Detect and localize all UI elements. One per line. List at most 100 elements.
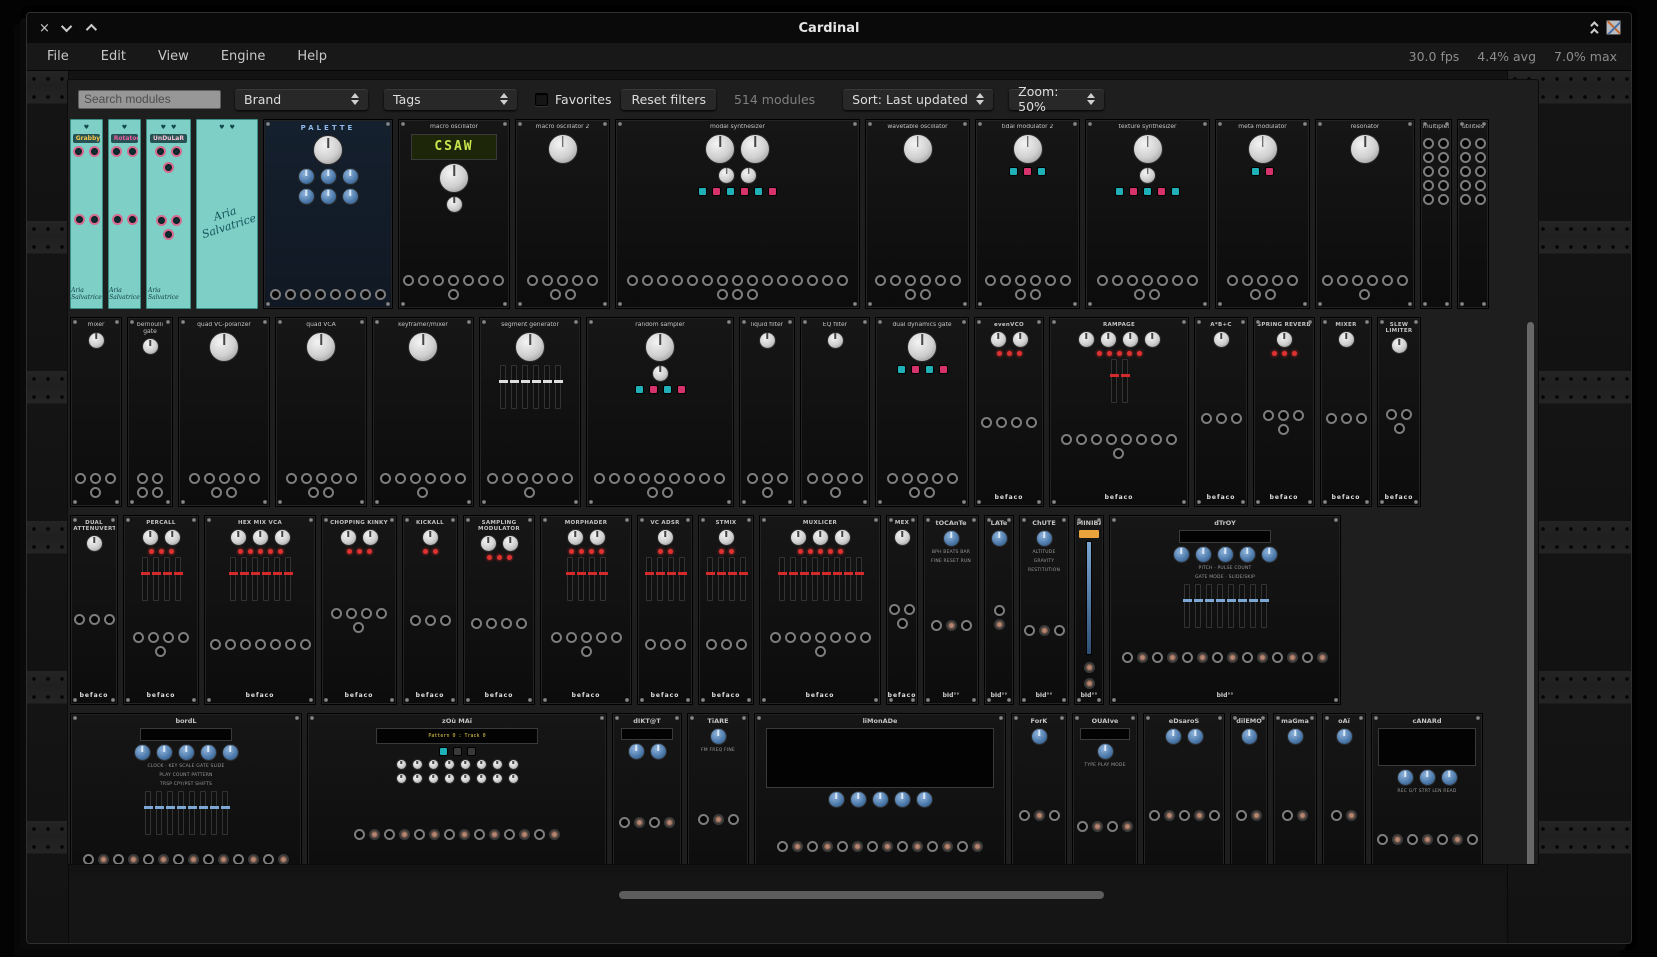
knob [907, 332, 937, 362]
module-card-slew-limiter[interactable]: SLEW LIMITERbefaco [1377, 317, 1421, 507]
module-name-label: KICKALL [416, 520, 444, 526]
menu-view[interactable]: View [146, 45, 201, 68]
bidoo-logo: bId°° [1081, 692, 1098, 701]
module-card-percall[interactable]: PERCALLbefaco [123, 515, 199, 705]
module-card-quad-vc-polarizer[interactable]: quad VC-polarizer [178, 317, 270, 507]
chevron-up-icon[interactable] [86, 21, 94, 36]
slider [790, 557, 796, 601]
module-card-rampage[interactable]: RAMPAGEbefaco [1049, 317, 1189, 507]
module-card-limonade[interactable]: liMonADebId°° [754, 713, 1006, 864]
module-card-dilemo[interactable]: dilEMObId°° [1230, 713, 1268, 864]
module-card-dtroy[interactable]: dTrOYPITCH · PULSE COUNTGATE MODE · SLID… [1109, 515, 1341, 705]
screw-icon [503, 122, 507, 126]
port-grid [980, 275, 1075, 300]
module-card-fork[interactable]: ForKbId°° [1011, 713, 1067, 864]
port-jack [660, 639, 671, 650]
menu-edit[interactable]: Edit [89, 45, 138, 68]
brand-dropdown[interactable]: Brand [235, 89, 368, 110]
module-card-spring-reverb[interactable]: SPRING REVERBbefaco [1253, 317, 1315, 507]
button-chip [1115, 187, 1124, 196]
module-card-modal-synthesizer[interactable]: modal synthesizer [615, 119, 860, 309]
port-grid [74, 214, 100, 225]
module-card-hex-mix-vca[interactable]: HEX MIX VCAbefaco [204, 515, 316, 705]
befaco-logo: befaco [1270, 494, 1299, 503]
module-card-sampling-modulator[interactable]: SAMPLING MODULATORbefaco [463, 515, 535, 705]
module-card-blank[interactable]: ♥♥Aria Salvatrice [196, 119, 258, 309]
module-card-tiare[interactable]: TiAREFM FREQ FINEbId°° [687, 713, 749, 864]
module-card-grabby[interactable]: ♥GrabbyAria Salvatrice [70, 119, 103, 309]
module-card-dual-dynamics-gate[interactable]: dual dynamics gate [875, 317, 969, 507]
module-card-macro-oscillator[interactable]: macro oscillatorCSAW [398, 119, 510, 309]
module-card-muxlicer[interactable]: MUXLICERbefaco [759, 515, 881, 705]
module-card-edsaros[interactable]: eDsaroSbId°° [1143, 713, 1225, 864]
module-card-a-b-c[interactable]: A*B+Cbefaco [1194, 317, 1248, 507]
screw-icon [803, 320, 807, 324]
chevron-down-icon[interactable] [64, 21, 72, 36]
module-card-multiples[interactable]: multiples [1420, 119, 1452, 309]
module-card-wavetable-oscillator[interactable]: wavetable oscillator [865, 119, 970, 309]
module-card-texture-synthesizer[interactable]: texture synthesizer [1085, 119, 1210, 309]
module-card-evenvco[interactable]: evenVCObefaco [974, 317, 1044, 507]
window-icon[interactable] [1606, 20, 1621, 35]
module-card-canard[interactable]: cANARdREC G/T STRT LEN READbId°° [1371, 713, 1483, 864]
module-card-segment-generator[interactable]: segment generator [479, 317, 581, 507]
port-jack [346, 473, 357, 484]
module-card-bernoulli-gate[interactable]: bernoulli gate [127, 317, 173, 507]
module-card-stmix[interactable]: STMIXbefaco [698, 515, 754, 705]
module-card-chopping-kinky[interactable]: CHOPPING KINKYbefaco [321, 515, 397, 705]
menu-help[interactable]: Help [285, 45, 339, 68]
double-chevron-up-icon[interactable] [1590, 21, 1596, 34]
menu-file[interactable]: File [35, 45, 81, 68]
close-icon[interactable]: × [39, 21, 50, 36]
module-card-mixer[interactable]: MIXERbefaco [1320, 317, 1372, 507]
module-card-magma[interactable]: maGmabId°° [1273, 713, 1317, 864]
zoom-dropdown[interactable]: Zoom: 50% [1009, 89, 1104, 110]
module-card-utilities[interactable]: utilities [1457, 119, 1489, 309]
module-card-dikt-t[interactable]: dIKT@TbId°° [612, 713, 682, 864]
led-icon [798, 549, 803, 554]
module-card-mex[interactable]: MEXbefaco [886, 515, 918, 705]
module-card-macro-oscillator-2[interactable]: macro oscillator 2 [515, 119, 610, 309]
port-jack [1076, 434, 1087, 445]
module-card-morphader[interactable]: MORPHADERbefaco [540, 515, 632, 705]
search-input[interactable] [78, 90, 221, 109]
module-card-zo-ma[interactable]: zOù MAïPattern 0 : Track 0bId°° [307, 713, 607, 864]
vertical-scrollbar[interactable] [1527, 322, 1534, 865]
module-card-resonator[interactable]: resonator [1315, 119, 1415, 309]
module-rack-row: DUAL ATTENUVERTERbefacoPERCALLbefacoHEX … [70, 515, 1524, 705]
module-card-keyframer-mixer[interactable]: keyframer/mixer [372, 317, 474, 507]
module-card-chute[interactable]: ChUTEALTITUDEGRAVITYRESTITUTIONbId°° [1019, 515, 1069, 705]
port-jack [837, 275, 848, 286]
module-card-ouaive[interactable]: OUAIveTYPE PLAY MODEbId°° [1072, 713, 1138, 864]
module-card-quad-vca[interactable]: quad VCA [275, 317, 367, 507]
module-card-tocante[interactable]: tOCAnTeBPH BEATS BARFINE RESET RUNbId°° [923, 515, 979, 705]
screw-icon [295, 716, 299, 720]
module-card-oa[interactable]: oAïbId°° [1322, 713, 1366, 864]
module-card-random-sampler[interactable]: random sampler [586, 317, 734, 507]
led-icon [433, 549, 438, 554]
menu-engine[interactable]: Engine [209, 45, 278, 68]
tags-dropdown[interactable]: Tags [384, 89, 517, 110]
module-card-palette[interactable]: PALETTE [263, 119, 393, 309]
favorites-checkbox[interactable] [535, 93, 548, 106]
module-card-vc-adsr[interactable]: VC ADSRbefaco [637, 515, 693, 705]
reset-filters-button[interactable]: Reset filters [621, 89, 715, 110]
module-card-eq-filter[interactable]: EQ filter [800, 317, 870, 507]
port-jack [98, 854, 109, 864]
module-card-liquid-filter[interactable]: liquid filter [739, 317, 795, 507]
port-jack [785, 632, 796, 643]
screw-icon [1482, 122, 1486, 126]
module-card-late[interactable]: LATebId°° [984, 515, 1014, 705]
module-card-rotatoes[interactable]: ♥RotatoesAria Salvatrice [108, 119, 141, 309]
module-card-minibar[interactable]: MINIBARbId°° [1074, 515, 1104, 705]
module-card-mixer[interactable]: mixer [70, 317, 122, 507]
module-card-dual-attenuverter[interactable]: DUAL ATTENUVERTERbefaco [70, 515, 118, 705]
module-card-kickall[interactable]: KICKALLbefaco [402, 515, 458, 705]
module-card-tidal-modulator-2[interactable]: tidal modulator 2 [975, 119, 1080, 309]
horizontal-scrollbar[interactable] [619, 891, 1104, 899]
module-card-meta-modulator[interactable]: meta modulator [1215, 119, 1310, 309]
sort-dropdown[interactable]: Sort: Last updated [843, 89, 993, 110]
module-card-bordl[interactable]: bordLCLOCK · KEY SCALE GATE SLIDEPLAY CO… [70, 713, 302, 864]
module-card-undular[interactable]: ♥♥UnDuLaRAria Salvatrice [146, 119, 191, 309]
screw-icon [482, 320, 486, 324]
